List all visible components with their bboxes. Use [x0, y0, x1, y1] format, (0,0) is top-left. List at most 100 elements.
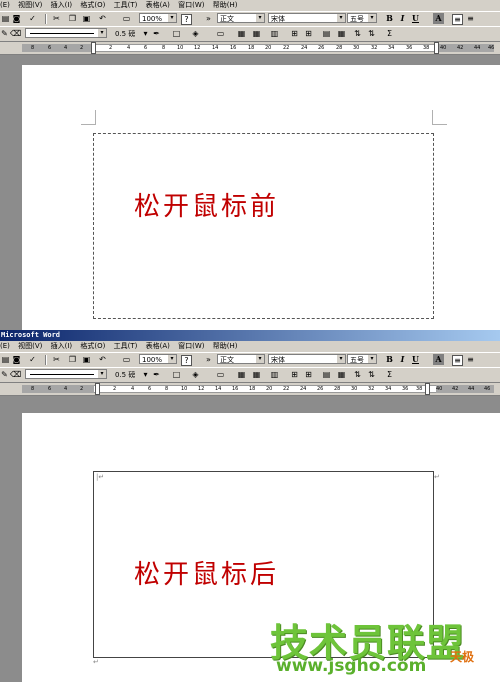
menu-item-tools[interactable]: 工具(T)	[114, 0, 138, 11]
horizontal-ruler[interactable]: 8 6 4 2 2 4 6 8 10 12 14 16 18 20 22 24 …	[0, 383, 500, 396]
print-icon[interactable]: ▤	[1, 14, 10, 23]
line-weight-value[interactable]: 0.5 磅	[115, 29, 135, 39]
chevron-down-icon[interactable]: ▾	[337, 14, 345, 22]
chevron-down-icon[interactable]: ▾	[337, 355, 345, 363]
menu-item-table[interactable]: 表格(A)	[146, 341, 170, 352]
menu-item-view[interactable]: 视图(V)	[18, 341, 42, 352]
autosum-icon[interactable]: Σ	[385, 29, 394, 38]
menu-item-insert[interactable]: 插入(I)	[51, 341, 73, 352]
autoformat-icon[interactable]: ▤	[322, 29, 331, 38]
chevron-down-icon[interactable]: ▾	[168, 14, 176, 22]
cut-icon[interactable]: ✂	[52, 14, 61, 23]
merge-cells-icon[interactable]: ▥	[270, 370, 279, 379]
sort-descending-icon[interactable]: ⇅	[367, 29, 376, 38]
sort-ascending-icon[interactable]: ⇅	[353, 29, 362, 38]
shading-icon[interactable]: ◈	[191, 29, 200, 38]
menu-item-table[interactable]: 表格(A)	[146, 0, 170, 11]
paste-icon[interactable]: ▣	[82, 355, 91, 364]
copy-icon[interactable]: ❐	[68, 14, 77, 23]
menu-item-edit[interactable]: (E)	[0, 0, 10, 11]
autoformat-icon[interactable]: ▦	[337, 29, 346, 38]
menu-item-insert[interactable]: 插入(I)	[51, 0, 73, 11]
menu-item-window[interactable]: 窗口(W)	[178, 0, 204, 11]
zoom-combo[interactable]: 100% ▾	[139, 13, 177, 23]
help-icon[interactable]: ?	[181, 355, 192, 366]
menu-item-view[interactable]: 视图(V)	[18, 0, 42, 11]
bold-button[interactable]: B	[384, 354, 395, 365]
undo-icon[interactable]: ↶	[98, 355, 107, 364]
font-size-combo[interactable]: 五号 ▾	[347, 13, 377, 23]
font-combo[interactable]: 宋体 ▾	[268, 13, 346, 23]
underline-button[interactable]: U	[410, 13, 421, 24]
border-icon[interactable]: □	[172, 370, 181, 379]
right-indent-marker[interactable]	[425, 383, 430, 395]
autoformat-icon[interactable]: ▦	[337, 370, 346, 379]
right-indent-marker[interactable]	[434, 42, 439, 54]
spell-check-icon[interactable]: ✓	[28, 355, 37, 364]
preview-icon[interactable]: ◙	[12, 14, 21, 23]
bold-button[interactable]: B	[384, 13, 395, 24]
grid-icon[interactable]: ▦	[252, 29, 261, 38]
border-icon[interactable]: □	[172, 29, 181, 38]
grid-icon[interactable]: ▦	[252, 370, 261, 379]
distribute-icon[interactable]: ⊞	[304, 29, 313, 38]
font-color-button[interactable]: A	[433, 354, 444, 365]
chevron-down-icon[interactable]: ▾	[256, 355, 264, 363]
font-combo[interactable]: 宋体 ▾	[268, 354, 346, 364]
font-size-combo[interactable]: 五号 ▾	[347, 354, 377, 364]
menu-item-format[interactable]: 格式(O)	[80, 341, 105, 352]
menu-item-help[interactable]: 帮助(H)	[213, 0, 238, 11]
style-combo[interactable]: 正文 ▾	[217, 354, 265, 364]
grid-icon[interactable]: ▦	[237, 370, 246, 379]
distribute-icon[interactable]: ⊞	[290, 370, 299, 379]
underline-button[interactable]: U	[410, 354, 421, 365]
sort-ascending-icon[interactable]: ⇅	[353, 370, 362, 379]
eraser-icon[interactable]: ⌫	[10, 29, 21, 38]
text-box-dragging[interactable]: 松开鼠标前	[93, 133, 434, 319]
zoom-combo[interactable]: 100% ▾	[139, 354, 177, 364]
chevron-down-icon[interactable]: ▾	[368, 355, 376, 363]
menu-item-format[interactable]: 格式(O)	[80, 0, 105, 11]
chevron-down-icon[interactable]: ▾	[256, 14, 264, 22]
align-center-icon[interactable]: ≡	[466, 14, 475, 23]
cut-icon[interactable]: ✂	[52, 355, 61, 364]
horizontal-ruler[interactable]: 8 6 4 2 2 4 6 8 10 12 14 16 18 20 22 24 …	[0, 42, 500, 55]
indent-marker[interactable]	[91, 42, 96, 54]
preview-icon[interactable]: ◙	[12, 355, 21, 364]
chevron-down-icon[interactable]: ▾	[141, 370, 150, 379]
print-icon[interactable]: ▤	[1, 355, 10, 364]
insert-table-icon[interactable]: ▭	[216, 29, 225, 38]
more-icon[interactable]: »	[204, 355, 213, 364]
menu-item-tools[interactable]: 工具(T)	[114, 341, 138, 352]
chevron-down-icon[interactable]: ▾	[98, 370, 106, 378]
insert-table-icon[interactable]: ▭	[216, 370, 225, 379]
menu-item-help[interactable]: 帮助(H)	[213, 341, 238, 352]
more-icon[interactable]: »	[204, 14, 213, 23]
line-weight-value[interactable]: 0.5 磅	[115, 370, 135, 380]
autosum-icon[interactable]: Σ	[385, 370, 394, 379]
pen-color-icon[interactable]: ✒	[152, 370, 161, 379]
chevron-down-icon[interactable]: ▾	[368, 14, 376, 22]
spell-check-icon[interactable]: ✓	[28, 14, 37, 23]
autoformat-icon[interactable]: ▤	[322, 370, 331, 379]
indent-marker[interactable]	[95, 383, 100, 395]
line-style-combo[interactable]: ▾	[25, 369, 107, 379]
italic-button[interactable]: I	[397, 354, 408, 365]
font-color-button[interactable]: A	[433, 13, 444, 24]
align-center-icon[interactable]: ≡	[466, 355, 475, 364]
menu-item-edit[interactable]: (E)	[0, 341, 10, 352]
menu-item-window[interactable]: 窗口(W)	[178, 341, 204, 352]
style-combo[interactable]: 正文 ▾	[217, 13, 265, 23]
chevron-down-icon[interactable]: ▾	[98, 29, 106, 37]
sort-descending-icon[interactable]: ⇅	[367, 370, 376, 379]
help-icon[interactable]: ?	[181, 14, 192, 25]
align-left-icon[interactable]: ≡	[452, 14, 463, 25]
paste-icon[interactable]: ▣	[82, 14, 91, 23]
distribute-icon[interactable]: ⊞	[304, 370, 313, 379]
pen-color-icon[interactable]: ✒	[152, 29, 161, 38]
pencil-icon[interactable]: ✎	[0, 29, 9, 38]
line-style-combo[interactable]: ▾	[25, 28, 107, 38]
table-icon[interactable]: ▭	[122, 14, 131, 23]
eraser-icon[interactable]: ⌫	[10, 370, 21, 379]
copy-icon[interactable]: ❐	[68, 355, 77, 364]
